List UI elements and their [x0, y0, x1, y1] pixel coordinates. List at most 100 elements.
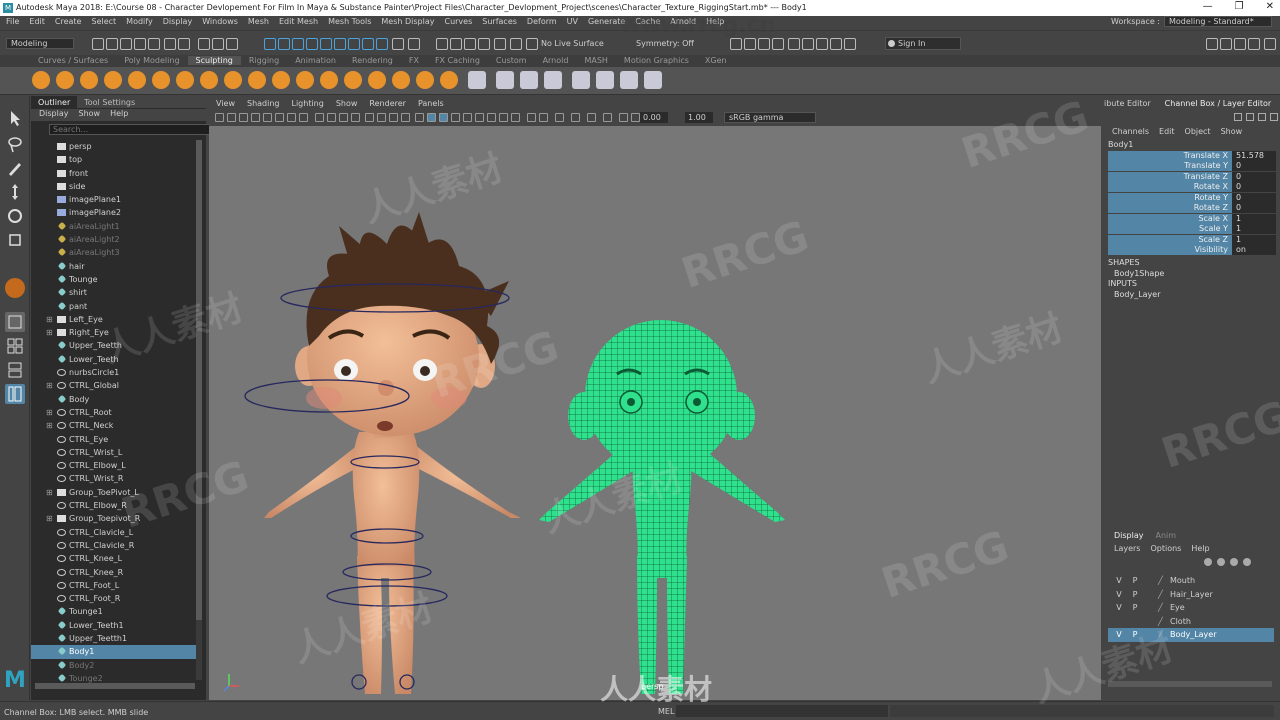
status-tool-icon[interactable]: [362, 38, 374, 50]
outliner-tab-outliner[interactable]: Outliner: [31, 96, 78, 108]
status-tool-icon[interactable]: [788, 38, 800, 50]
viewport-tool-icon[interactable]: [619, 113, 628, 122]
outliner-vertical-scrollbar[interactable]: [196, 140, 202, 680]
shelf-tab-fx-caching[interactable]: FX Caching: [427, 56, 488, 65]
viewport-tool-icon[interactable]: [239, 113, 248, 122]
outliner-item[interactable]: CTRL_Clavicle_R: [31, 539, 201, 552]
menu-mesh-display[interactable]: Mesh Display: [381, 17, 434, 26]
sculpt-brush-icon[interactable]: [572, 71, 590, 89]
expand-icon[interactable]: ⊞: [46, 313, 53, 326]
channel-row[interactable]: Scale X1: [1108, 213, 1276, 225]
status-tool-icon[interactable]: [802, 38, 814, 50]
status-tool-icon[interactable]: [134, 38, 146, 50]
viewport-tool-icon[interactable]: [427, 113, 436, 122]
outliner-item[interactable]: Tounge1: [31, 605, 201, 618]
viewport-tool-icon[interactable]: [315, 113, 324, 122]
sculpt-brush-icon[interactable]: [320, 71, 338, 89]
select-tool-icon[interactable]: [5, 108, 25, 128]
status-tool-icon[interactable]: [164, 38, 176, 50]
channel-menu-channels[interactable]: Channels: [1112, 127, 1149, 136]
status-tool-icon[interactable]: [212, 38, 224, 50]
live-surface-label[interactable]: No Live Surface: [541, 39, 604, 48]
status-tool-icon[interactable]: [392, 38, 404, 50]
status-tool-icon[interactable]: [830, 38, 842, 50]
sculpt-brush-icon[interactable]: [520, 71, 538, 89]
sculpt-brush-icon[interactable]: [344, 71, 362, 89]
status-tool-icon[interactable]: [148, 38, 160, 50]
viewport-tool-icon[interactable]: [287, 113, 296, 122]
status-tool-icon[interactable]: [306, 38, 318, 50]
channel-row[interactable]: Rotate Z0: [1108, 203, 1276, 214]
channel-value-field[interactable]: 1: [1232, 213, 1276, 224]
status-tool-icon[interactable]: [334, 38, 346, 50]
sculpt-brush-icon[interactable]: [128, 71, 146, 89]
outliner-horizontal-scrollbar[interactable]: [35, 683, 195, 689]
status-tool-icon[interactable]: [106, 38, 118, 50]
viewport-tool-icon[interactable]: [339, 113, 348, 122]
outliner-item[interactable]: ⊞ CTRL_Neck: [31, 419, 201, 432]
scale-tool-icon[interactable]: [5, 230, 25, 250]
expand-icon[interactable]: ⊞: [46, 419, 53, 432]
rotate-tool-icon[interactable]: [5, 206, 25, 226]
outliner-item[interactable]: hair: [31, 260, 201, 273]
channel-value-field[interactable]: 0: [1232, 192, 1276, 203]
status-tool-icon[interactable]: [1220, 38, 1232, 50]
sculpt-brush-icon[interactable]: [468, 71, 486, 89]
status-tool-icon[interactable]: [1206, 38, 1218, 50]
channel-box-icon-3[interactable]: [1258, 113, 1266, 121]
status-tool-icon[interactable]: [772, 38, 784, 50]
lasso-tool-icon[interactable]: [5, 134, 25, 154]
viewport-tool-icon[interactable]: [389, 113, 398, 122]
menu-edit-mesh[interactable]: Edit Mesh: [279, 17, 318, 26]
status-tool-icon[interactable]: [1234, 38, 1246, 50]
color-space-dropdown[interactable]: sRGB gamma: [724, 112, 816, 123]
outliner-menu-display[interactable]: Display: [39, 109, 69, 121]
four-view-icon[interactable]: [5, 336, 25, 356]
layer-menu-layers[interactable]: Layers: [1114, 544, 1140, 553]
viewport-tool-icon[interactable]: [487, 113, 496, 122]
sculpt-brush-icon[interactable]: [152, 71, 170, 89]
outliner-menu-help[interactable]: Help: [110, 109, 128, 121]
shelf-tab-custom[interactable]: Custom: [488, 56, 535, 65]
viewport-tool-icon[interactable]: [227, 113, 236, 122]
shelf-tab-motion-graphics[interactable]: Motion Graphics: [616, 56, 697, 65]
expand-icon[interactable]: ⊞: [46, 512, 53, 525]
sculpt-brush-icon[interactable]: [440, 71, 458, 89]
mel-label[interactable]: MEL: [658, 707, 674, 716]
menu-windows[interactable]: Windows: [202, 17, 238, 26]
viewport-tool-icon[interactable]: [351, 113, 360, 122]
status-tool-icon[interactable]: [376, 38, 388, 50]
channel-value-field[interactable]: 0: [1232, 203, 1276, 214]
sculpt-brush-icon[interactable]: [596, 71, 614, 89]
menu-edit[interactable]: Edit: [29, 17, 45, 26]
status-tool-icon[interactable]: [1248, 38, 1260, 50]
shelf-tab-rigging[interactable]: Rigging: [241, 56, 287, 65]
sculpt-brush-icon[interactable]: [644, 71, 662, 89]
outliner-item[interactable]: Tounge: [31, 273, 201, 286]
layer-menu-options[interactable]: Options: [1150, 544, 1181, 553]
shelf-tab-curves-surfaces[interactable]: Curves / Surfaces: [30, 56, 116, 65]
status-tool-icon[interactable]: [226, 38, 238, 50]
menu-curves[interactable]: Curves: [444, 17, 472, 26]
channel-row[interactable]: Translate X 51.578: [1108, 150, 1276, 162]
shelf-tab-fx[interactable]: FX: [401, 56, 427, 65]
status-tool-icon[interactable]: [816, 38, 828, 50]
sculpt-brush-icon[interactable]: [416, 71, 434, 89]
shelf-tab-rendering[interactable]: Rendering: [344, 56, 401, 65]
shelf-tab-sculpting[interactable]: Sculpting: [187, 56, 241, 65]
channel-name[interactable]: Translate Z: [1108, 171, 1232, 182]
outliner-item[interactable]: top: [31, 153, 201, 166]
layer-tab-display[interactable]: Display: [1114, 531, 1144, 540]
sculpt-brush-icon[interactable]: [224, 71, 242, 89]
menu-surfaces[interactable]: Surfaces: [482, 17, 517, 26]
channel-row[interactable]: Visibility on: [1108, 245, 1276, 256]
layer-playback-toggle[interactable]: P: [1130, 601, 1140, 614]
outliner-item[interactable]: CTRL_Knee_R: [31, 566, 201, 579]
menu-deform[interactable]: Deform: [527, 17, 557, 26]
shape-node[interactable]: Body1Shape: [1108, 269, 1276, 280]
viewport-tool-icon[interactable]: [539, 113, 548, 122]
status-tool-icon[interactable]: [120, 38, 132, 50]
outliner-search-input[interactable]: Search...: [49, 124, 221, 135]
viewport-menu-lighting[interactable]: Lighting: [291, 99, 323, 110]
move-layer-up-icon[interactable]: [1204, 558, 1212, 566]
